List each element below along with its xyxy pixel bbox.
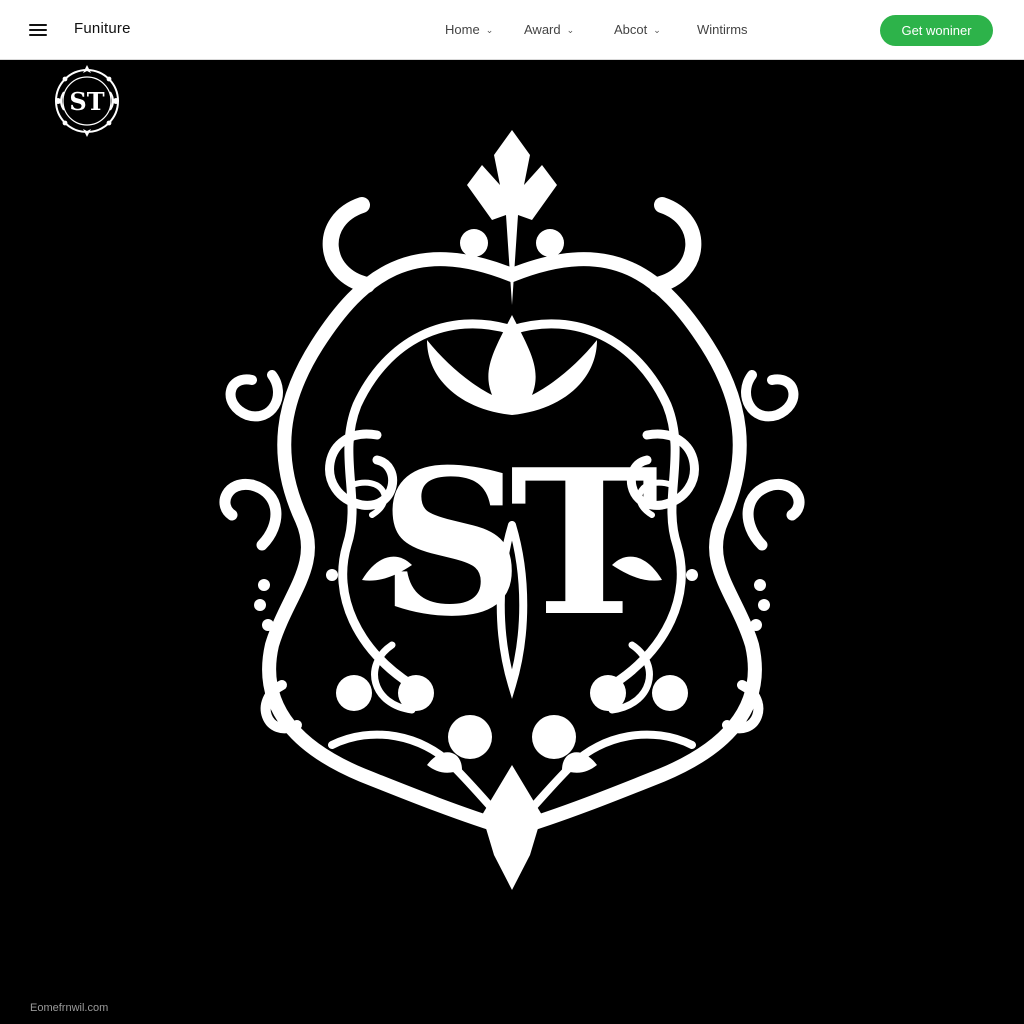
nav-item-about-label: Abcot — [614, 22, 648, 37]
ornate-monogram-icon: ST — [55, 65, 119, 137]
footer-domain-text[interactable]: Eomefrnwil.com — [30, 1002, 108, 1014]
nav-item-wintirms[interactable]: Wintirms — [697, 22, 748, 37]
brand-name[interactable]: Funiture — [74, 20, 131, 37]
get-started-button[interactable]: Get woniner — [880, 15, 993, 46]
small-logo-monogram: ST — [69, 87, 104, 116]
baroque-ornament-emblem: ST — [219, 130, 805, 890]
chevron-down-icon: ⌄ — [653, 25, 661, 35]
nav-item-wintirms-label: Wintirms — [697, 22, 748, 37]
top-nav-bar: Funiture Home ⌄ Award ⌄ Abcot ⌄ Wintirms Ge… — [0, 0, 1024, 60]
nav-item-home-label: Home — [445, 22, 480, 37]
nav-item-award-label: Award — [524, 22, 561, 37]
nav-item-award[interactable]: Award ⌄ — [524, 22, 574, 37]
nav-item-home[interactable]: Home ⌄ — [445, 22, 493, 37]
emblem-monogram: ST — [379, 426, 656, 661]
chevron-down-icon: ⌄ — [485, 25, 494, 35]
chevron-down-icon: ⌄ — [566, 25, 575, 35]
nav-item-about[interactable]: Abcot ⌄ — [614, 22, 661, 37]
hamburger-menu-icon[interactable] — [26, 20, 50, 40]
